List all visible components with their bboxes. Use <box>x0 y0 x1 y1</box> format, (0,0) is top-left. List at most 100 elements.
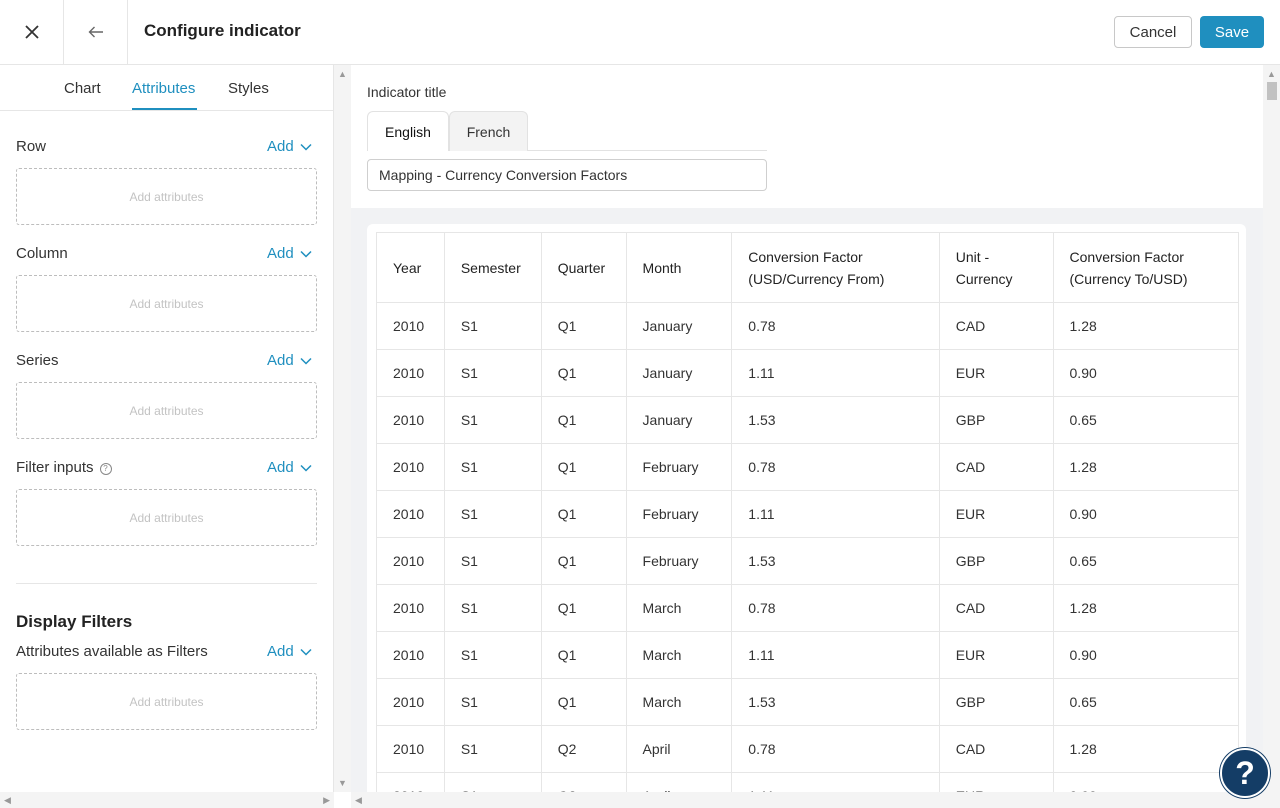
table-row: 2010 S1 Q1 January 1.11 EUR 0.90 <box>376 349 1240 397</box>
chevron-down-icon <box>300 250 312 258</box>
chevron-down-icon <box>300 464 312 472</box>
table-cell: Q1 <box>541 443 627 491</box>
filter-inputs-label: Filter inputs <box>16 459 94 476</box>
table-cell: EUR <box>939 631 1054 679</box>
display-filters-dropzone[interactable]: Add attributes <box>16 673 317 730</box>
table-cell: 1.11 <box>731 631 940 679</box>
tab-french[interactable]: French <box>449 111 528 151</box>
help-button[interactable]: ? <box>1220 748 1270 798</box>
table-cell: S1 <box>444 349 542 397</box>
table-cell: S1 <box>444 443 542 491</box>
indicator-title-input[interactable] <box>367 159 767 191</box>
row-add-button[interactable]: Add <box>267 138 312 155</box>
col-header-month[interactable]: Month <box>626 232 733 303</box>
series-add-label: Add <box>267 352 294 369</box>
main-scrollbar[interactable]: ▲ <box>1263 65 1280 792</box>
scroll-thumb[interactable] <box>1267 82 1277 100</box>
table-cell: Q1 <box>541 302 627 350</box>
col-header-conversion-factor-to-usd[interactable]: Conversion Factor (Currency To/USD) <box>1053 232 1240 303</box>
column-add-label: Add <box>267 245 294 262</box>
table-cell: February <box>626 490 733 538</box>
scroll-down-icon[interactable]: ▼ <box>338 778 347 788</box>
table-cell: March <box>626 631 733 679</box>
table-cell: 2010 <box>376 678 445 726</box>
series-dropzone[interactable]: Add attributes <box>16 382 317 439</box>
table-row: 2010 S1 Q1 January 1.53 GBP 0.65 <box>376 396 1240 444</box>
table-cell: April <box>626 725 733 773</box>
col-header-quarter[interactable]: Quarter <box>541 232 627 303</box>
table-cell: CAD <box>939 302 1054 350</box>
scroll-right-icon[interactable]: ▶ <box>323 795 330 806</box>
table-cell: Q1 <box>541 349 627 397</box>
filter-inputs-add-button[interactable]: Add <box>267 459 312 476</box>
save-button[interactable]: Save <box>1200 16 1264 48</box>
indicator-title-label: Indicator title <box>367 84 447 100</box>
table-cell: Q1 <box>541 537 627 585</box>
col-header-year[interactable]: Year <box>376 232 445 303</box>
series-label: Series <box>16 352 59 369</box>
scroll-up-icon[interactable]: ▲ <box>1267 69 1276 79</box>
table-cell: 1.11 <box>731 490 940 538</box>
display-filters-add-button[interactable]: Add <box>267 643 312 660</box>
table-cell: 2010 <box>376 725 445 773</box>
tab-attributes[interactable]: Attributes <box>132 80 195 97</box>
table-cell: Q1 <box>541 631 627 679</box>
table-cell: CAD <box>939 443 1054 491</box>
tab-chart[interactable]: Chart <box>64 80 101 97</box>
col-header-conversion-factor-usd[interactable]: Conversion Factor (USD/Currency From) <box>731 232 940 303</box>
scroll-up-icon[interactable]: ▲ <box>338 69 347 79</box>
table-cell: S1 <box>444 772 542 792</box>
filter-inputs-dropzone[interactable]: Add attributes <box>16 489 317 546</box>
cancel-button[interactable]: Cancel <box>1114 16 1192 48</box>
scroll-left-icon[interactable]: ◀ <box>355 795 362 806</box>
table-cell: March <box>626 584 733 632</box>
table-row: 2010 S1 Q1 February 1.11 EUR 0.90 <box>376 490 1240 538</box>
table-cell: S1 <box>444 490 542 538</box>
table-cell: 0.78 <box>731 725 940 773</box>
left-panel-hscrollbar[interactable]: ◀ ▶ <box>0 792 334 808</box>
col-header-semester[interactable]: Semester <box>444 232 542 303</box>
column-add-button[interactable]: Add <box>267 245 312 262</box>
table-cell: GBP <box>939 537 1054 585</box>
table-cell: 0.90 <box>1053 349 1240 397</box>
table-header-row: Year Semester Quarter Month Conversion F… <box>376 232 1240 303</box>
chevron-down-icon <box>300 357 312 365</box>
table-cell: Q1 <box>541 678 627 726</box>
table-cell: Q1 <box>541 396 627 444</box>
row-dropzone[interactable]: Add attributes <box>16 168 317 225</box>
main-hscrollbar[interactable]: ◀ <box>351 792 1280 808</box>
chevron-down-icon <box>300 143 312 151</box>
table-cell: 1.53 <box>731 537 940 585</box>
table-cell: 2010 <box>376 396 445 444</box>
scroll-left-icon[interactable]: ◀ <box>4 795 11 806</box>
table-cell: GBP <box>939 396 1054 444</box>
table-cell: February <box>626 537 733 585</box>
active-tab-indicator <box>132 108 197 110</box>
table-cell: S1 <box>444 396 542 444</box>
help-circle-icon[interactable]: ? <box>99 463 112 475</box>
col-header-unit-currency[interactable]: Unit - Currency <box>939 232 1054 303</box>
column-dropzone[interactable]: Add attributes <box>16 275 317 332</box>
close-button[interactable] <box>0 0 64 64</box>
table-cell: 1.28 <box>1053 584 1240 632</box>
table-body: 2010 S1 Q1 January 0.78 CAD 1.28 2010 S1 Q1 Januar… <box>376 302 1240 792</box>
table-cell: 1.53 <box>731 396 940 444</box>
table-cell: Q1 <box>541 490 627 538</box>
table-cell: S1 <box>444 584 542 632</box>
data-table: Year Semester Quarter Month Conversion F… <box>376 232 1240 792</box>
table-cell: 0.90 <box>1053 490 1240 538</box>
table-cell: Q1 <box>541 584 627 632</box>
table-cell: April <box>626 772 733 792</box>
tab-styles[interactable]: Styles <box>228 80 269 97</box>
table-cell: 1.28 <box>1053 725 1240 773</box>
tab-english[interactable]: English <box>367 111 449 151</box>
back-button[interactable] <box>64 0 128 64</box>
table-cell: January <box>626 349 733 397</box>
top-bar: Configure indicator Cancel Save <box>0 0 1280 65</box>
series-add-button[interactable]: Add <box>267 352 312 369</box>
left-panel-scrollbar[interactable]: ▲ ▼ <box>334 65 351 792</box>
table-cell: EUR <box>939 490 1054 538</box>
data-table-card: Year Semester Quarter Month Conversion F… <box>367 224 1246 792</box>
table-cell: 0.78 <box>731 302 940 350</box>
table-cell: 0.90 <box>1053 772 1240 792</box>
